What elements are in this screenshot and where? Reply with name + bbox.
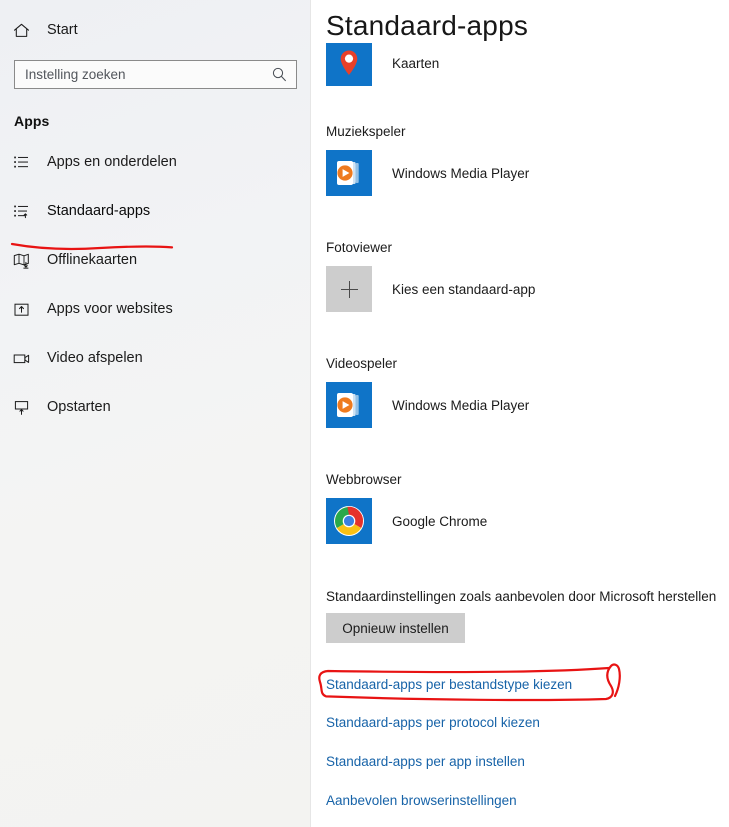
sidebar-section-heading: Apps xyxy=(14,113,50,129)
sidebar-item-video-afspelen[interactable]: Video afspelen xyxy=(0,343,310,373)
group-label: Webbrowser xyxy=(326,472,402,487)
link-standaard-apps-per-protocol[interactable]: Standaard-apps per protocol kiezen xyxy=(326,715,540,730)
sidebar-start-label: Start xyxy=(47,22,78,38)
home-icon xyxy=(11,20,32,41)
sidebar-item-label: Offlinekaarten xyxy=(47,252,138,268)
group-label: Fotoviewer xyxy=(326,240,393,255)
app-row[interactable]: Google Chrome xyxy=(326,498,487,544)
wmp-tile xyxy=(326,150,372,196)
sidebar-item-label: Video afspelen xyxy=(47,350,143,366)
main-content: Kaarten Muziekspeler Windows Media Playe… xyxy=(311,0,729,827)
map-download-icon xyxy=(11,250,32,271)
app-name: Kies een standaard-app xyxy=(392,281,536,297)
app-row[interactable]: Kies een standaard-app xyxy=(326,266,535,312)
sidebar: Start Apps xyxy=(0,0,311,827)
box-arrow-up-icon xyxy=(11,299,32,320)
maps-tile xyxy=(326,40,372,86)
search-input[interactable] xyxy=(14,60,297,89)
sidebar-item-label: Apps en onderdelen xyxy=(47,154,177,170)
app-name: Windows Media Player xyxy=(392,397,530,413)
sidebar-nav: Apps en onderdelen Standaard-apps Offlin… xyxy=(0,147,310,422)
link-aanbevolen-browserinstellingen[interactable]: Aanbevolen browserinstellingen xyxy=(326,793,517,808)
group-label: Muziekspeler xyxy=(326,124,406,139)
sidebar-item-standaard-apps[interactable]: Standaard-apps xyxy=(0,196,310,226)
sidebar-item-label: Opstarten xyxy=(47,399,111,415)
plus-tile xyxy=(326,266,372,312)
app-name: Kaarten xyxy=(392,55,440,71)
wmp-tile xyxy=(326,382,372,428)
sidebar-item-opstarten[interactable]: Opstarten xyxy=(0,392,310,422)
sidebar-item-apps-en-onderdelen[interactable]: Apps en onderdelen xyxy=(0,147,310,177)
group-kaarten: Kaarten xyxy=(326,40,439,86)
reset-button[interactable]: Opnieuw instellen xyxy=(326,613,465,643)
app-row[interactable]: Kaarten xyxy=(326,40,439,86)
group-videospeler: Videospeler Windows Media Player xyxy=(326,356,529,428)
group-webbrowser: Webbrowser Google Chrome xyxy=(326,472,487,544)
app-row[interactable]: Windows Media Player xyxy=(326,382,529,428)
group-fotoviewer: Fotoviewer Kies een standaard-app xyxy=(326,240,535,312)
sidebar-item-label: Apps voor websites xyxy=(47,301,173,317)
search-box[interactable] xyxy=(14,60,297,89)
sidebar-item-offlinekaarten[interactable]: Offlinekaarten xyxy=(0,245,310,275)
sidebar-item-start[interactable]: Start xyxy=(0,17,310,43)
link-standaard-apps-per-bestandstype[interactable]: Standaard-apps per bestandstype kiezen xyxy=(326,677,572,692)
link-standaard-apps-per-app[interactable]: Standaard-apps per app instellen xyxy=(326,754,525,769)
monitor-arrow-up-icon xyxy=(11,397,32,418)
settings-window: Start Apps xyxy=(0,0,729,827)
page-title: Standaard-apps xyxy=(326,9,543,43)
video-camera-icon xyxy=(11,348,32,369)
group-label: Videospeler xyxy=(326,356,398,371)
group-muziekspeler: Muziekspeler Windows Media Player xyxy=(326,124,529,196)
app-name: Google Chrome xyxy=(392,513,488,529)
settings-scroll-area[interactable]: Kaarten Muziekspeler Windows Media Playe… xyxy=(311,0,729,827)
reset-description: Standaardinstellingen zoals aanbevolen d… xyxy=(326,589,717,604)
list-arrow-icon xyxy=(11,201,32,222)
app-row[interactable]: Windows Media Player xyxy=(326,150,529,196)
list-icon xyxy=(11,152,32,173)
sidebar-item-label: Standaard-apps xyxy=(47,203,151,219)
sidebar-item-apps-voor-websites[interactable]: Apps voor websites xyxy=(0,294,310,324)
chrome-tile xyxy=(326,498,372,544)
app-name: Windows Media Player xyxy=(392,165,530,181)
